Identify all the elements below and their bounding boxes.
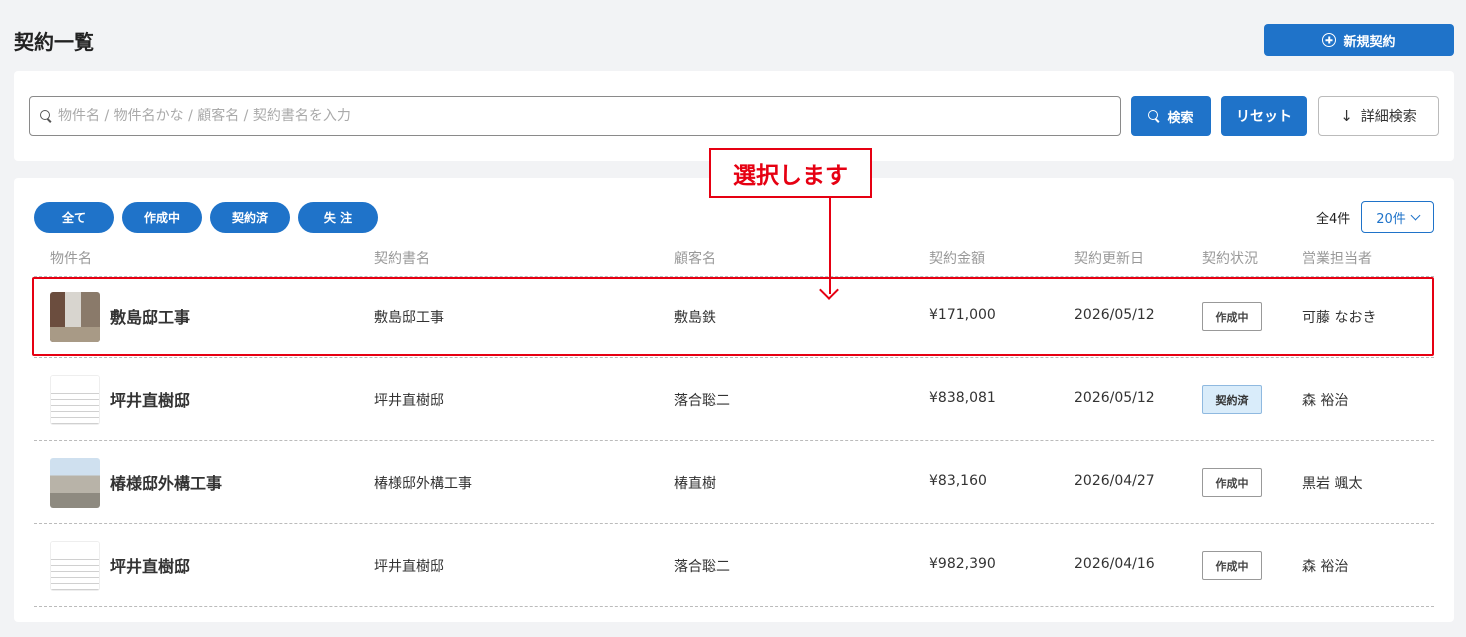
search-icon: [40, 110, 52, 122]
property-thumbnail: [50, 375, 100, 425]
property-thumbnail: [50, 541, 100, 591]
col-header-sales-rep: 営業担当者: [1302, 251, 1372, 267]
search-icon: [1148, 110, 1160, 122]
sales-rep: 森 裕治: [1302, 393, 1349, 409]
search-field[interactable]: [29, 96, 1121, 136]
status-badge: 契約済: [1202, 385, 1262, 414]
table-row[interactable]: 坪井直樹邸 坪井直樹邸 落合聡二 ¥838,081 2026/05/12 契約済…: [34, 359, 1434, 441]
col-header-contract: 契約書名: [374, 251, 430, 267]
chevron-down-icon: [1410, 210, 1421, 220]
new-contract-button[interactable]: 新規契約: [1264, 24, 1454, 56]
col-header-amount: 契約金額: [929, 251, 985, 267]
status-badge: 作成中: [1202, 468, 1262, 497]
filter-signed[interactable]: 契約済: [210, 202, 290, 233]
advanced-search-label: 詳細検索: [1360, 109, 1417, 125]
search-button[interactable]: 検索: [1131, 96, 1211, 136]
contract-amount: ¥838,081: [929, 390, 996, 406]
updated-date: 2026/05/12: [1074, 390, 1155, 406]
col-header-updated: 契約更新日: [1074, 251, 1144, 267]
new-contract-label: 新規契約: [1343, 34, 1396, 50]
col-header-status: 契約状況: [1202, 251, 1258, 267]
sales-rep: 森 裕治: [1302, 559, 1349, 575]
updated-date: 2026/04/27: [1074, 473, 1155, 489]
contract-name: 坪井直樹邸: [374, 559, 444, 575]
per-page-value: 20件: [1376, 211, 1406, 227]
filter-lost[interactable]: 失 注: [298, 202, 378, 233]
contract-amount: ¥83,160: [929, 473, 987, 489]
col-header-property: 物件名: [50, 251, 92, 267]
updated-date: 2026/04/16: [1074, 556, 1155, 572]
advanced-search-button[interactable]: ↓ 詳細検索: [1318, 96, 1439, 136]
customer-name: 落合聡二: [674, 559, 730, 575]
arrow-down-icon: ↓: [1340, 106, 1353, 125]
property-name[interactable]: 椿様邸外構工事: [110, 470, 222, 494]
property-name[interactable]: 坪井直樹邸: [110, 553, 190, 577]
contract-list-panel: 全て 作成中 契約済 失 注 全4件 20件 物件名 契約書名 顧客名 契約金額…: [14, 178, 1454, 622]
status-badge: 作成中: [1202, 551, 1262, 580]
col-header-customer: 顧客名: [674, 251, 716, 267]
customer-name: 落合聡二: [674, 393, 730, 409]
contract-name: 坪井直樹邸: [374, 393, 444, 409]
table-row[interactable]: 椿様邸外構工事 椿様邸外構工事 椿直樹 ¥83,160 2026/04/27 作…: [34, 442, 1434, 524]
search-button-label: 検索: [1167, 110, 1194, 126]
filter-draft[interactable]: 作成中: [122, 202, 202, 233]
property-thumbnail: [50, 458, 100, 508]
callout-label: 選択します: [709, 148, 872, 198]
per-page-select[interactable]: 20件: [1361, 201, 1434, 233]
row-highlight-frame: [32, 277, 1434, 356]
reset-button[interactable]: リセット: [1221, 96, 1307, 136]
search-input[interactable]: [58, 108, 1120, 124]
customer-name: 椿直樹: [674, 476, 716, 492]
contract-amount: ¥982,390: [929, 556, 996, 572]
plus-circle-icon: [1322, 33, 1337, 47]
property-name[interactable]: 坪井直樹邸: [110, 387, 190, 411]
contract-name: 椿様邸外構工事: [374, 476, 472, 492]
page-title: 契約一覧: [14, 30, 94, 54]
table-row[interactable]: 坪井直樹邸 坪井直樹邸 落合聡二 ¥982,390 2026/04/16 作成中…: [34, 525, 1434, 607]
total-count: 全4件: [1316, 212, 1351, 227]
sales-rep: 黒岩 颯太: [1302, 476, 1363, 492]
filter-all[interactable]: 全て: [34, 202, 114, 233]
